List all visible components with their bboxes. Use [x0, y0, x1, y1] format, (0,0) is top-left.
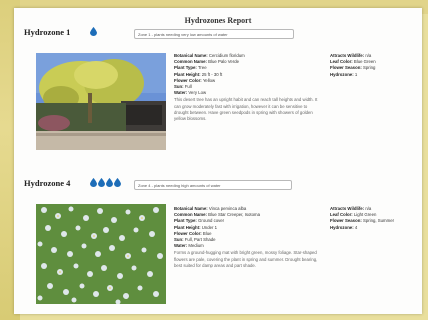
- extra-row: Hydrozone: 1: [330, 71, 358, 77]
- flower-photo-image: [36, 204, 166, 304]
- report-title: Hydrozones Report: [184, 16, 252, 25]
- water-drop-icon: [114, 178, 121, 187]
- plant-details-4: Botanical Name: Vinca pervinca alba Comm…: [174, 206, 322, 269]
- water-drop-icon: [90, 27, 97, 36]
- extra-row: Hydrozone: 4: [330, 224, 358, 230]
- water-drop-rating-1: [90, 27, 97, 36]
- plant-description-1: This desert tree has an upright habit an…: [174, 97, 318, 122]
- hydrozones-report-page: Hydrozones Report Hydrozone 1 Zone 1 - p…: [14, 8, 422, 314]
- tree-photo-image: [36, 53, 166, 150]
- detail-row: Water: Medium: [174, 243, 204, 249]
- water-drop-icon: [106, 178, 113, 187]
- water-drop-rating-4: [90, 178, 121, 187]
- plant-extra-4: Attracts Wildlife: n/a Leaf Color: Light…: [330, 206, 400, 231]
- zone-title-4: Hydrozone 4: [24, 178, 71, 188]
- detail-row: Water: Very Low: [174, 90, 207, 96]
- hydrozone-select-4[interactable]: Zone 4 - plants needing high amounts of …: [134, 180, 292, 190]
- plant-details-1: Botanical Name: Cercidium floridum Commo…: [174, 53, 322, 122]
- zone-title-1: Hydrozone 1: [24, 27, 71, 37]
- plant-description-4: Forms a ground-hugging mat with bright g…: [174, 250, 318, 268]
- plant-extra-1: Attracts Wildlife: n/a Leaf Color: Blue …: [330, 53, 400, 78]
- water-drop-icon: [90, 178, 97, 187]
- tree-photo: [36, 53, 166, 150]
- flower-photo: [36, 204, 166, 304]
- water-drop-icon: [98, 178, 105, 187]
- hydrozone-select-1[interactable]: Zone 1 - plants needing very low amounts…: [134, 29, 294, 39]
